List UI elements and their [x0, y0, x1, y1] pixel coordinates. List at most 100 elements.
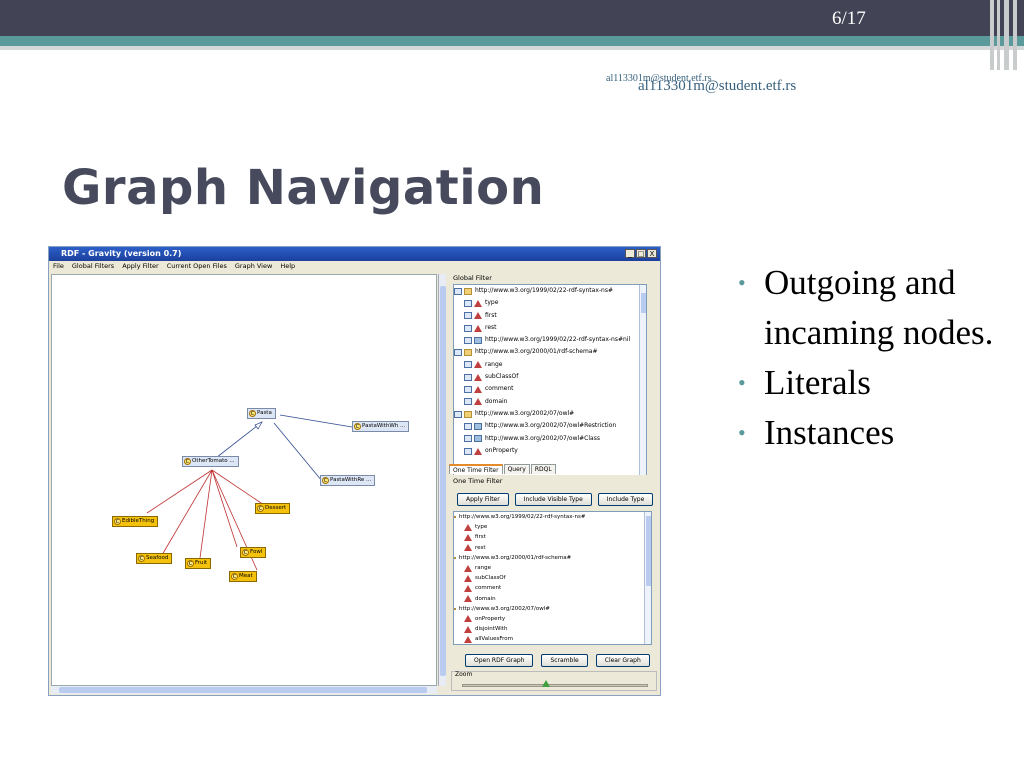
expand-icon[interactable]	[464, 299, 472, 307]
apply-filter-button[interactable]: Apply Filter	[457, 493, 509, 506]
open-rdf-graph-button[interactable]: Open RDF Graph	[465, 654, 534, 667]
graph-canvas[interactable]: C Pasta C PastaWithWh ... C OtherTomato ...…	[51, 274, 437, 686]
tree-row[interactable]: http://www.w3.org/2002/07/owl#	[454, 408, 646, 420]
canvas-vertical-scrollbar[interactable]	[438, 274, 446, 686]
include-visible-type-button[interactable]: Include Visible Type	[514, 493, 592, 506]
tree-row[interactable]: allValuesFrom	[454, 634, 651, 644]
tree-row[interactable]: onProperty	[454, 445, 646, 457]
menu-graph-view[interactable]: Graph View	[235, 261, 272, 272]
close-button[interactable]: X	[647, 249, 657, 258]
bullet-item: Literals	[738, 358, 1018, 408]
one-time-filter-tree[interactable]: http://www.w3.org/1999/02/22-rdf-syntax-…	[453, 511, 652, 645]
class-icon: C	[114, 518, 121, 525]
decorative-stripes	[988, 0, 1024, 70]
tree-row[interactable]: type	[454, 297, 646, 309]
scroll-thumb[interactable]	[59, 687, 427, 693]
graph-node[interactable]: C Seafood	[136, 553, 173, 564]
tree-row[interactable]: onProperty	[454, 614, 651, 624]
graph-node[interactable]: C Fowl	[240, 547, 267, 558]
scroll-thumb[interactable]	[646, 516, 651, 586]
canvas-horizontal-scrollbar[interactable]	[51, 686, 437, 694]
graph-node[interactable]: C PastaWithWh ...	[352, 421, 410, 432]
menu-help[interactable]: Help	[280, 261, 295, 272]
tree-row[interactable]: http://www.w3.org/1999/02/22-rdf-syntax-…	[454, 285, 646, 297]
folder-icon	[454, 556, 456, 559]
graph-node[interactable]: C Pasta	[247, 408, 276, 419]
expand-icon[interactable]	[454, 287, 462, 295]
menu-apply-filter[interactable]: Apply Filter	[122, 261, 159, 272]
tree-row[interactable]: domain	[454, 396, 646, 408]
tree-row[interactable]: http://www.w3.org/2000/01/rdf-schema#	[454, 346, 646, 358]
property-icon	[474, 386, 482, 394]
zoom-panel: Zoom	[451, 671, 657, 691]
expand-icon[interactable]	[464, 447, 472, 455]
scroll-thumb[interactable]	[440, 286, 446, 676]
folder-icon	[464, 287, 472, 295]
expand-icon[interactable]	[454, 349, 462, 357]
menu-current-open-files[interactable]: Current Open Files	[167, 261, 227, 272]
app-window: RDF - Gravity (version 0.7) _ □ X File G…	[48, 246, 661, 696]
minimize-button[interactable]: _	[625, 249, 635, 258]
expand-icon[interactable]	[464, 398, 472, 406]
tree-row[interactable]: disjointWith	[454, 624, 651, 634]
menu-global-filters[interactable]: Global Filters	[72, 261, 114, 272]
tree-row[interactable]: rest	[454, 322, 646, 334]
tree-row[interactable]: http://www.w3.org/2002/07/owl#Restrictio…	[454, 420, 646, 432]
graph-node[interactable]: C Meat	[229, 571, 257, 582]
include-type-button[interactable]: Include Type	[597, 493, 654, 506]
tree-row[interactable]: http://www.w3.org/2002/07/owl#Class	[454, 433, 646, 445]
tree-row[interactable]: range	[454, 359, 646, 371]
tree-row[interactable]: type	[454, 522, 651, 532]
tree-scrollbar[interactable]	[639, 285, 646, 483]
page-number: 6/17	[832, 8, 866, 29]
zoom-slider-knob[interactable]	[542, 680, 550, 687]
tab-query[interactable]: Query	[503, 464, 530, 474]
expand-icon[interactable]	[464, 336, 472, 344]
class-icon: C	[322, 477, 329, 484]
tree-row[interactable]: comment	[454, 583, 651, 593]
expand-icon[interactable]	[464, 373, 472, 381]
header-band	[0, 0, 1024, 36]
graph-node[interactable]: C Fruit	[185, 558, 212, 569]
scramble-button[interactable]: Scramble	[541, 654, 588, 667]
tree-row[interactable]: subClassOf	[454, 573, 651, 583]
expand-icon[interactable]	[464, 386, 472, 394]
tree-row[interactable]: rest	[454, 543, 651, 553]
global-filter-tree[interactable]: http://www.w3.org/1999/02/22-rdf-syntax-…	[453, 284, 647, 484]
zoom-slider-track[interactable]	[462, 684, 648, 687]
one-time-filter-panel: One Time Filter Apply Filter Include Vis…	[449, 475, 658, 645]
graph-node[interactable]: C PastaWithRe ...	[320, 475, 376, 486]
clear-graph-button[interactable]: Clear Graph	[595, 654, 650, 667]
graph-node[interactable]: C OtherTomato ...	[182, 456, 239, 467]
expand-icon[interactable]	[464, 312, 472, 320]
tree-scrollbar[interactable]	[644, 512, 651, 644]
folder-icon	[454, 607, 456, 610]
expand-icon[interactable]	[454, 410, 462, 418]
tree-row[interactable]: comment	[454, 383, 646, 395]
tree-row[interactable]: domain	[454, 594, 651, 604]
scroll-thumb[interactable]	[641, 293, 646, 313]
tree-row[interactable]: first	[454, 532, 651, 542]
expand-icon[interactable]	[464, 422, 472, 430]
menu-file[interactable]: File	[53, 261, 64, 272]
tree-row[interactable]: oneOf	[454, 644, 651, 645]
slide-title: Graph Navigation	[62, 160, 545, 216]
expand-icon[interactable]	[464, 435, 472, 443]
menu-bar: File Global Filters Apply Filter Current…	[49, 261, 660, 272]
maximize-button[interactable]: □	[636, 249, 646, 258]
bullet-item: Outgoing and incaming nodes.	[738, 258, 1018, 358]
graph-node[interactable]: C EdibleThing	[112, 516, 159, 527]
expand-icon[interactable]	[464, 324, 472, 332]
graph-node[interactable]: C Dessert	[255, 503, 291, 514]
tree-row[interactable]: subClassOf	[454, 371, 646, 383]
tree-row[interactable]: http://www.w3.org/1999/02/22-rdf-syntax-…	[454, 512, 651, 522]
expand-icon[interactable]	[464, 361, 472, 369]
tree-row[interactable]: range	[454, 563, 651, 573]
tree-row[interactable]: first	[454, 310, 646, 322]
tree-row[interactable]: http://www.w3.org/1999/02/22-rdf-syntax-…	[454, 334, 646, 346]
tree-row[interactable]: http://www.w3.org/2000/01/rdf-schema#	[454, 553, 651, 563]
tab-rdql[interactable]: RDQL	[530, 464, 556, 474]
tab-one-time-filter[interactable]: One Time Filter	[449, 464, 503, 474]
property-icon	[464, 564, 472, 572]
tree-row[interactable]: http://www.w3.org/2002/07/owl#	[454, 604, 651, 614]
